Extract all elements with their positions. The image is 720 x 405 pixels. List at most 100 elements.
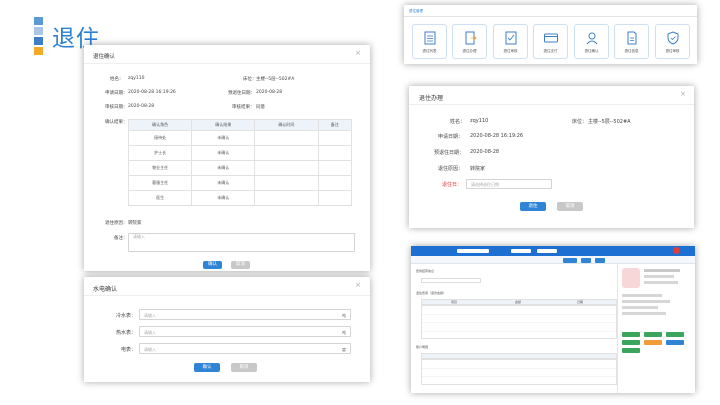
action-pill-green[interactable] [622, 332, 640, 337]
menu-checkout-review[interactable]: 退住审核 [493, 24, 528, 59]
close-icon[interactable]: × [355, 49, 361, 57]
electricity-input[interactable]: 请输入 度 [139, 343, 351, 354]
table-header: 确认角色 [127, 119, 193, 131]
unit-label: 吨 [342, 330, 346, 335]
bed-value: 主楼--5层--502#A [256, 77, 295, 82]
profile-line [644, 275, 674, 278]
cold-water-label: 冷水表： [116, 313, 137, 319]
tab-bar [411, 256, 695, 264]
table-header: 确认结果 [191, 119, 256, 131]
electricity-label: 电表： [121, 347, 137, 353]
menu-checkout-process[interactable]: 退住办理 [452, 24, 487, 59]
profile-line [644, 281, 678, 284]
refund-col-item: 项目 [451, 300, 458, 304]
avatar[interactable] [673, 247, 680, 254]
bed-label: 床位： [243, 77, 257, 82]
input-placeholder: 请输入 [144, 313, 156, 318]
logo-bar-2 [34, 27, 43, 35]
tab-pill[interactable] [595, 258, 605, 263]
review-date-value: 2020-08-28 [128, 104, 155, 109]
menu-checkout-list[interactable]: 退住列表 [412, 24, 447, 59]
menu-label: 退住确认 [584, 49, 599, 53]
tab-pill[interactable] [581, 258, 591, 263]
menu-checkout-audit[interactable]: 退住审核 [655, 24, 690, 59]
dialog-title: 水电确认 [93, 286, 118, 293]
input-placeholder: 请输入 [144, 347, 156, 352]
document-out-icon [465, 31, 477, 45]
reason-value: 转院家 [128, 221, 142, 226]
table-cell [254, 130, 319, 146]
menu-label: 退住信息 [624, 49, 639, 53]
dialog-title: 退住确认 [93, 54, 116, 60]
name-label: 姓名： [450, 119, 466, 125]
file-info-icon [627, 31, 637, 45]
planned-date-label: 预退住日期： [434, 150, 465, 156]
review-result-label: 审核结果： [232, 105, 255, 110]
checkout-date-input[interactable]: 请选择退住日期 [466, 179, 552, 189]
menu-checkout-confirm[interactable]: 退住确认 [574, 24, 609, 59]
cold-water-input[interactable]: 请输入 吨 [139, 309, 351, 320]
confirm-button[interactable]: 确认 [194, 363, 220, 372]
table-cell: 未确认 [191, 145, 256, 161]
profile-line [622, 306, 658, 309]
table-cell [317, 175, 353, 191]
list-icon [424, 31, 436, 45]
table-cell [317, 190, 353, 206]
dialog-divider [409, 104, 694, 105]
unit-label: 吨 [342, 313, 346, 318]
close-icon[interactable]: × [355, 281, 361, 289]
menu-checkout-info[interactable]: 退住信息 [614, 24, 649, 59]
menu-label: 退住办理 [462, 49, 477, 53]
table-cell: 医生 [127, 190, 193, 206]
topbar-select[interactable] [457, 249, 489, 253]
settlement-field[interactable] [421, 278, 481, 283]
hot-water-input[interactable]: 请输入 吨 [139, 326, 351, 337]
reason-label: 退住原因： [438, 166, 464, 172]
close-icon[interactable]: × [680, 90, 686, 98]
action-pill-orange[interactable] [644, 340, 662, 345]
table-cell: 物业主任 [127, 160, 193, 176]
topbar-button[interactable] [511, 249, 531, 253]
logo-bar-3 [34, 37, 43, 45]
checkout-management-panel: 退住管理 退住列表 退住办理 退住审核 退住支付 退住确认 退住信息 退住审核 [404, 5, 697, 64]
action-pill-green[interactable] [644, 332, 662, 337]
cancel-button[interactable]: 取消 [557, 202, 583, 211]
tab-pill[interactable] [563, 258, 577, 263]
resident-photo [622, 268, 640, 288]
refund-col-date: 日期 [577, 300, 584, 304]
table-cell: 未确认 [191, 190, 256, 206]
cancel-button[interactable]: 取消 [231, 363, 257, 372]
menu-label: 退住支付 [543, 49, 558, 53]
action-pill-blue[interactable] [666, 340, 684, 345]
action-pill-green[interactable] [666, 332, 684, 337]
action-pill-green[interactable] [622, 348, 640, 353]
date-placeholder: 请选择退住日期 [471, 182, 499, 187]
management-divider [404, 16, 697, 17]
confirm-table: 确认角色 确认结果 确认时间 备注 接待处 未确认 护士长 未确认 物业主任 未 [127, 119, 353, 206]
menu-label: 退住列表 [422, 49, 437, 53]
account-table-body [421, 359, 617, 385]
remark-textarea[interactable]: 请输入 [128, 233, 355, 252]
apply-date-value: 2020-08-28 16:19:26 [470, 133, 524, 139]
shield-icon [667, 31, 679, 45]
bed-value: 主楼--5层--502#A [588, 119, 631, 125]
cancel-button[interactable]: 取消 [231, 261, 250, 269]
profile-line [644, 269, 680, 272]
checkout-process-dialog: 退住办理 × 姓名： zqy110 床位： 主楼--5层--502#A 申请日期… [409, 86, 694, 228]
table-row: 医生 未确认 [127, 190, 353, 206]
table-cell: 未确认 [191, 130, 256, 146]
profile-line [622, 294, 662, 297]
review-result-value: 同意 [256, 105, 265, 110]
apply-date-value: 2020-08-28 16:19:26 [128, 90, 176, 95]
section-settlement: 费用结算信息 [416, 269, 435, 273]
management-title: 退住管理 [409, 9, 423, 13]
topbar-button[interactable] [537, 249, 557, 253]
action-pill-green[interactable] [622, 340, 640, 345]
hot-water-label: 热水表： [116, 330, 137, 336]
confirm-button[interactable]: 确认 [203, 261, 222, 269]
checkout-button[interactable]: 退住 [520, 202, 546, 211]
menu-checkout-payment[interactable]: 退住支付 [533, 24, 568, 59]
name-value: zqy110 [128, 76, 145, 81]
table-cell: 未确认 [191, 160, 256, 176]
reason-label: 退住原因： [105, 221, 128, 226]
